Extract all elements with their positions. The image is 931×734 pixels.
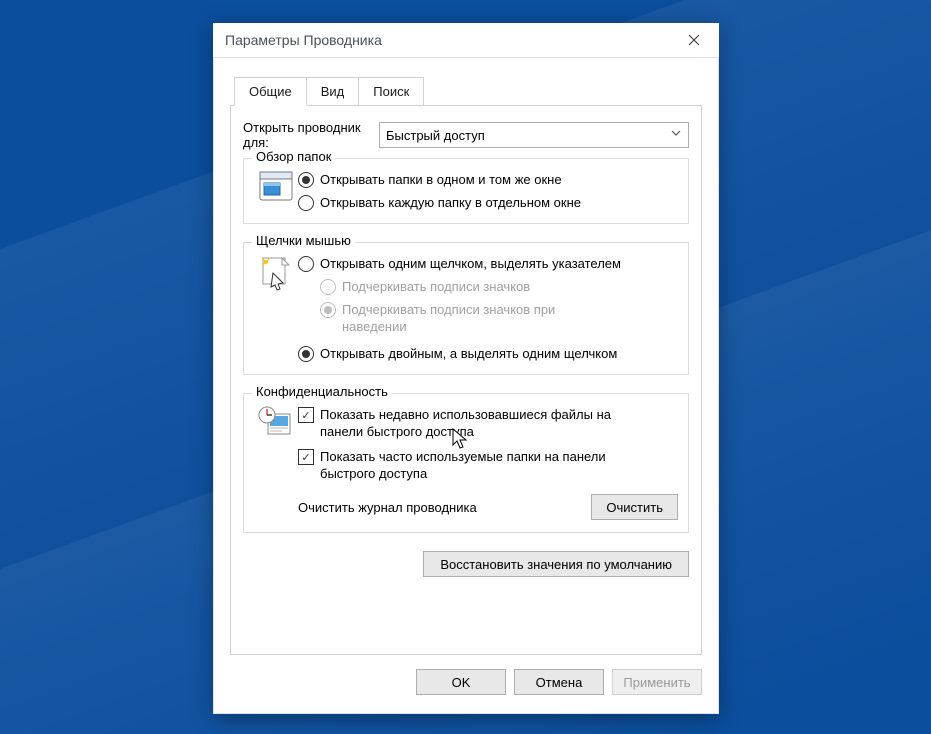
ok-button[interactable]: OK (416, 669, 506, 695)
privacy-icon (254, 404, 298, 520)
folder-browse-icon (254, 169, 298, 211)
radio-icon (298, 195, 314, 211)
tab-general[interactable]: Общие (234, 77, 307, 106)
dialog-footer: OK Отмена Применить (214, 655, 718, 713)
clear-row: Очистить журнал проводника Очистить (298, 494, 678, 520)
group-mouse-clicks: Щелчки мышью (243, 242, 689, 375)
open-for-label: Открыть проводник для: (243, 120, 379, 150)
radio-new-window-label: Открывать каждую папку в отдельном окне (320, 194, 581, 211)
clear-history-label: Очистить журнал проводника (298, 500, 591, 515)
window-title: Параметры Проводника (225, 32, 673, 48)
checkbox-icon: ✓ (298, 449, 314, 465)
group-folder-browse: Обзор папок (243, 158, 689, 224)
open-for-select[interactable]: Быстрый доступ (379, 122, 689, 148)
group-mouse-clicks-legend: Щелчки мышью (252, 233, 355, 248)
open-for-value: Быстрый доступ (386, 128, 485, 143)
radio-same-window-label: Открывать папки в одном и том же окне (320, 171, 562, 188)
check-frequent-folders[interactable]: ✓ Показать часто используемые папки на п… (298, 448, 678, 482)
open-for-row: Открыть проводник для: Быстрый доступ (243, 120, 689, 150)
radio-underline-hover: Подчеркивать подписи значков при наведен… (320, 301, 678, 335)
check-recent-files[interactable]: ✓ Показать недавно использовавшиеся файл… (298, 406, 678, 440)
radio-icon (320, 302, 336, 318)
general-panel: Открыть проводник для: Быстрый доступ Об… (230, 105, 702, 655)
restore-row: Восстановить значения по умолчанию (243, 551, 689, 577)
radio-icon (298, 256, 314, 272)
checkbox-icon: ✓ (298, 407, 314, 423)
check-frequent-folders-label: Показать часто используемые папки на пан… (320, 448, 630, 482)
radio-new-window[interactable]: Открывать каждую папку в отдельном окне (298, 194, 678, 211)
radio-icon (320, 279, 336, 295)
tab-view[interactable]: Вид (306, 77, 360, 106)
radio-single-click-label: Открывать одним щелчком, выделять указат… (320, 255, 621, 272)
radio-icon (298, 346, 314, 362)
apply-button: Применить (612, 669, 702, 695)
radio-icon (298, 172, 314, 188)
desktop-background: Параметры Проводника Общие Вид Поиск Отк… (0, 0, 931, 734)
group-privacy-legend: Конфиденциальность (252, 384, 392, 399)
mouse-clicks-icon (254, 253, 298, 362)
radio-same-window[interactable]: Открывать папки в одном и том же окне (298, 171, 678, 188)
radio-underline-hover-label: Подчеркивать подписи значков при наведен… (342, 301, 602, 335)
radio-double-click[interactable]: Открывать двойным, а выделять одним щелч… (298, 345, 678, 362)
radio-single-click[interactable]: Открывать одним щелчком, выделять указат… (298, 255, 678, 272)
radio-underline-always: Подчеркивать подписи значков (320, 278, 678, 295)
group-folder-browse-legend: Обзор папок (252, 149, 335, 164)
dialog-body: Общие Вид Поиск Открыть проводник для: Б… (213, 57, 719, 714)
radio-double-click-label: Открывать двойным, а выделять одним щелч… (320, 345, 617, 362)
tab-search[interactable]: Поиск (358, 77, 424, 106)
group-privacy: Конфиденциальность (243, 393, 689, 533)
titlebar: Параметры Проводника (213, 23, 719, 57)
restore-defaults-button[interactable]: Восстановить значения по умолчанию (423, 551, 689, 577)
close-button[interactable] (673, 25, 715, 55)
radio-underline-always-label: Подчеркивать подписи значков (342, 278, 530, 295)
close-icon (688, 34, 700, 46)
tab-strip: Общие Вид Поиск (234, 77, 718, 106)
folder-options-dialog: Параметры Проводника Общие Вид Поиск Отк… (213, 23, 719, 714)
check-recent-files-label: Показать недавно использовавшиеся файлы … (320, 406, 630, 440)
cancel-button[interactable]: Отмена (514, 669, 604, 695)
chevron-down-icon (670, 127, 682, 139)
clear-button[interactable]: Очистить (591, 494, 678, 520)
